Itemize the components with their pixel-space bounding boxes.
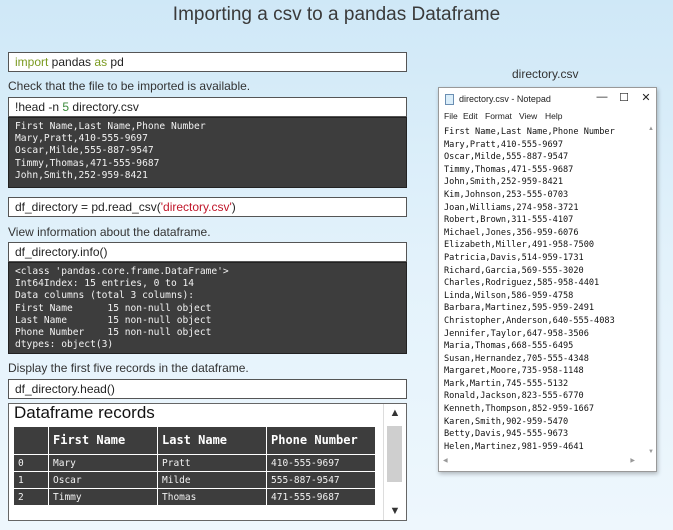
index-header — [13, 426, 49, 455]
scroll-right-icon[interactable]: ▶ — [630, 457, 635, 464]
read-csv-cell[interactable]: df_directory = pd.read_csv('directory.cs… — [8, 197, 407, 217]
scroll-up-icon[interactable]: ▲ — [648, 126, 654, 132]
last-name-cell: Thomas — [157, 488, 267, 506]
table-row: 2 Timmy Thomas 471-555-9687 — [13, 488, 376, 506]
scroll-thumb[interactable] — [387, 426, 402, 482]
row-index: 0 — [13, 454, 49, 472]
info-cell[interactable]: df_directory.info() — [8, 242, 407, 262]
as-keyword: as — [94, 55, 108, 69]
last-name-header: Last Name — [157, 426, 267, 455]
head-output: First Name,Last Name,Phone Number Mary,P… — [8, 117, 407, 188]
dataframe-panel[interactable]: Dataframe records First Name Last Name P… — [8, 403, 407, 521]
head-file: directory.csv — [69, 100, 139, 114]
scroll-down-icon[interactable]: ▼ — [384, 505, 406, 517]
scroll-left-icon[interactable]: ◀ — [443, 457, 448, 464]
scroll-down-icon[interactable]: ▼ — [648, 449, 654, 455]
import-keyword: import — [15, 55, 49, 69]
first-name-cell: Oscar — [48, 471, 158, 489]
check-file-label: Check that the file to be imported is av… — [8, 79, 251, 93]
phone-cell: 555-887-9547 — [266, 471, 376, 489]
first-name-cell: Mary — [48, 454, 158, 472]
table-header-row: First Name Last Name Phone Number — [13, 426, 376, 455]
import-module: pandas — [48, 55, 95, 69]
scroll-up-icon[interactable]: ▲ — [384, 407, 406, 419]
phone-cell: 471-555-9687 — [266, 488, 376, 506]
menu-file[interactable]: File — [444, 111, 458, 121]
notepad-horizontal-scrollbar[interactable]: ◀ ▶ — [439, 457, 639, 465]
read-csv-filename: 'directory.csv' — [160, 200, 232, 214]
info-label: View information about the dataframe. — [8, 225, 211, 239]
last-name-cell: Milde — [157, 471, 267, 489]
head-command: !head -n — [15, 100, 63, 114]
notepad-menubar: File Edit Format View Help — [439, 110, 656, 124]
close-icon[interactable]: ✕ — [637, 91, 655, 104]
maximize-icon[interactable]: ☐ — [615, 91, 633, 104]
first-five-label: Display the first five records in the da… — [8, 361, 249, 375]
notepad-window[interactable]: directory.csv - Notepad — ☐ ✕ File Edit … — [438, 87, 657, 472]
notepad-caption: directory.csv — [512, 67, 579, 81]
minimize-icon[interactable]: — — [593, 91, 611, 103]
first-name-header: First Name — [48, 426, 158, 455]
import-alias: pd — [107, 55, 124, 69]
page-title: Importing a csv to a pandas Dataframe — [172, 4, 501, 25]
notepad-window-title: directory.csv - Notepad — [459, 94, 551, 104]
row-index: 2 — [13, 488, 49, 506]
menu-help[interactable]: Help — [545, 111, 562, 121]
head-command-cell[interactable]: !head -n 5 directory.csv — [8, 97, 407, 117]
notepad-icon — [445, 94, 454, 105]
dataframe-table: First Name Last Name Phone Number 0 Mary… — [13, 426, 376, 506]
last-name-cell: Pratt — [157, 454, 267, 472]
notepad-vertical-scrollbar[interactable]: ▲ ▼ — [646, 124, 656, 457]
first-name-cell: Timmy — [48, 488, 158, 506]
menu-format[interactable]: Format — [485, 111, 512, 121]
phone-header: Phone Number — [266, 426, 376, 455]
dataframe-scrollbar[interactable]: ▲ ▼ — [383, 404, 406, 520]
menu-edit[interactable]: Edit — [463, 111, 478, 121]
read-csv-close: ) — [231, 200, 236, 214]
dataframe-title: Dataframe records — [14, 403, 155, 422]
import-cell[interactable]: import pandas as pd — [8, 52, 407, 72]
menu-view[interactable]: View — [519, 111, 537, 121]
phone-cell: 410-555-9697 — [266, 454, 376, 472]
head-call-cell[interactable]: df_directory.head() — [8, 379, 407, 399]
table-row: 1 Oscar Milde 555-887-9547 — [13, 471, 376, 489]
table-row: 0 Mary Pratt 410-555-9697 — [13, 454, 376, 472]
info-output: <class 'pandas.core.frame.DataFrame'> In… — [8, 262, 407, 354]
row-index: 1 — [13, 471, 49, 489]
notepad-text-area[interactable]: First Name,Last Name,Phone Number Mary,P… — [444, 126, 615, 453]
read-csv-call: df_directory = pd.read_csv( — [15, 200, 161, 214]
notepad-titlebar[interactable]: directory.csv - Notepad — ☐ ✕ — [439, 88, 656, 110]
